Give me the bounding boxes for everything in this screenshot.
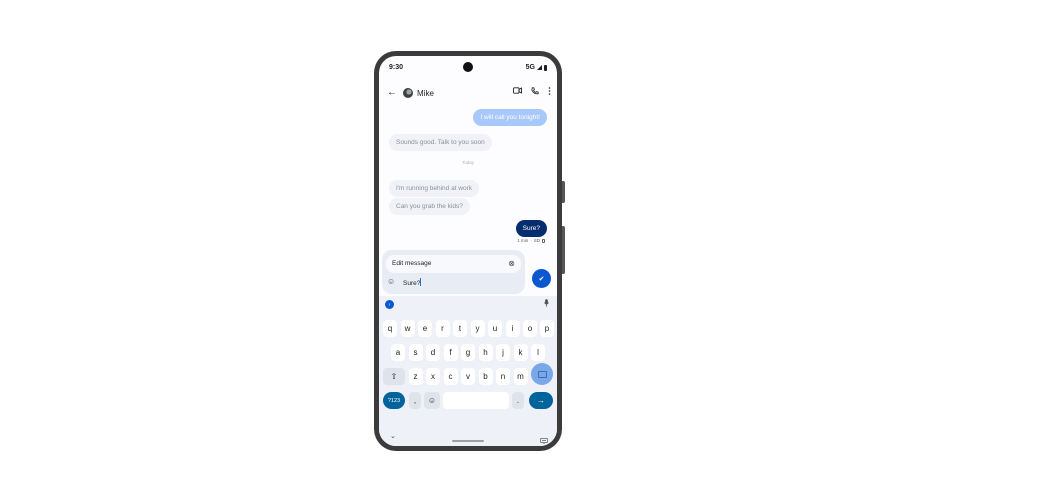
keyboard-row-1: q w e r t y u i o p bbox=[379, 320, 557, 338]
sim-label: SD bbox=[533, 238, 540, 243]
confirm-edit-button[interactable]: ✔ bbox=[532, 269, 551, 288]
front-camera bbox=[463, 62, 473, 72]
key[interactable]: m bbox=[513, 368, 528, 385]
status-bar: 9:30 5G bbox=[379, 56, 557, 78]
edit-message-bar: Edit message ⊗ bbox=[386, 255, 521, 273]
compose-box: Edit message ⊗ ☺ Sure? bbox=[382, 250, 525, 294]
message-bubble-received[interactable]: Sounds good. Talk to you soon bbox=[389, 134, 492, 151]
key[interactable]: g bbox=[461, 344, 475, 361]
keyboard-row-2: a s d f g h j k l bbox=[379, 344, 557, 362]
key[interactable]: e bbox=[418, 320, 432, 337]
cancel-edit-icon[interactable]: ⊗ bbox=[508, 259, 515, 268]
key[interactable]: k bbox=[513, 344, 528, 361]
key[interactable]: l bbox=[531, 344, 545, 361]
key[interactable]: y bbox=[470, 320, 485, 337]
key[interactable]: v bbox=[461, 368, 475, 385]
message-bubble-received[interactable]: I'm running behind at work bbox=[389, 180, 480, 197]
key[interactable]: q bbox=[383, 320, 397, 337]
key[interactable]: b bbox=[478, 368, 493, 385]
key[interactable]: c bbox=[443, 368, 458, 385]
key[interactable]: d bbox=[426, 344, 440, 361]
network-label: 5G bbox=[525, 64, 535, 71]
battery-icon bbox=[544, 64, 547, 71]
key[interactable]: o bbox=[523, 320, 537, 337]
message-meta: 1 min · SD bbox=[517, 238, 545, 243]
message-bubble-sent[interactable]: I will call you tonight! bbox=[473, 109, 547, 126]
key[interactable]: u bbox=[488, 320, 502, 337]
signal-icon bbox=[537, 65, 542, 70]
message-time: 1 min bbox=[517, 238, 529, 243]
app-bar-actions bbox=[513, 87, 551, 97]
key[interactable]: z bbox=[408, 368, 423, 385]
comma-key[interactable]: , bbox=[409, 392, 421, 409]
chevron-down-icon[interactable]: ⌄ bbox=[390, 432, 396, 440]
key[interactable]: x bbox=[426, 368, 440, 385]
key[interactable]: r bbox=[435, 320, 450, 337]
key[interactable]: a bbox=[391, 344, 405, 361]
edit-message-label: Edit message bbox=[392, 260, 432, 267]
contact-name[interactable]: Mike bbox=[417, 89, 434, 98]
message-bubble-selected[interactable]: Sure? bbox=[515, 220, 547, 237]
key[interactable]: w bbox=[400, 320, 415, 337]
backspace-icon bbox=[537, 370, 547, 378]
emoji-key[interactable]: ☺ bbox=[424, 392, 440, 409]
keyboard-row-4: ?123 , ☺ . → bbox=[379, 392, 557, 410]
keyboard-switch-icon[interactable] bbox=[540, 431, 548, 446]
power-button bbox=[562, 181, 565, 203]
mic-icon[interactable] bbox=[544, 299, 549, 309]
sim-icon bbox=[542, 238, 545, 243]
key[interactable]: j bbox=[496, 344, 510, 361]
key[interactable]: f bbox=[443, 344, 458, 361]
emoji-icon[interactable]: ☺ bbox=[387, 277, 395, 286]
video-call-icon[interactable] bbox=[513, 87, 522, 97]
shift-key[interactable]: ⇧ bbox=[383, 368, 405, 385]
date-divider: Today bbox=[461, 160, 474, 165]
phone-frame: 9:30 5G ← Mike I will call you tonight! … bbox=[374, 51, 565, 451]
space-key[interactable] bbox=[443, 392, 509, 409]
more-vert-icon[interactable] bbox=[548, 87, 551, 97]
avatar[interactable] bbox=[403, 88, 413, 98]
key[interactable]: t bbox=[453, 320, 467, 337]
smiley-icon: ☺ bbox=[427, 396, 437, 405]
symbols-key[interactable]: ?123 bbox=[383, 392, 405, 409]
key[interactable]: p bbox=[540, 320, 554, 337]
message-input[interactable]: Sure? bbox=[403, 278, 422, 287]
key[interactable]: i bbox=[505, 320, 520, 337]
keyboard-toolbar: › bbox=[379, 296, 557, 312]
chevron-right-icon[interactable]: › bbox=[385, 300, 394, 309]
messages-screen: 9:30 5G ← Mike I will call you tonight! … bbox=[379, 56, 557, 446]
enter-key[interactable]: → bbox=[529, 392, 553, 409]
text-cursor bbox=[420, 278, 422, 286]
status-time: 9:30 bbox=[389, 64, 404, 71]
check-icon: ✔ bbox=[538, 275, 545, 283]
period-key[interactable]: . bbox=[512, 392, 524, 409]
key[interactable]: n bbox=[496, 368, 510, 385]
phone-icon[interactable] bbox=[531, 87, 539, 97]
conversation-app-bar: ← Mike bbox=[379, 83, 557, 107]
gesture-handle[interactable] bbox=[452, 440, 484, 442]
key[interactable]: h bbox=[478, 344, 493, 361]
message-input-text: Sure? bbox=[403, 280, 421, 287]
backspace-key[interactable] bbox=[531, 363, 553, 385]
status-icons: 5G bbox=[526, 64, 547, 71]
back-arrow-icon[interactable]: ← bbox=[387, 87, 397, 98]
message-bubble-received[interactable]: Can you grab the kids? bbox=[389, 198, 470, 215]
volume-button bbox=[562, 226, 565, 274]
key[interactable]: s bbox=[408, 344, 423, 361]
